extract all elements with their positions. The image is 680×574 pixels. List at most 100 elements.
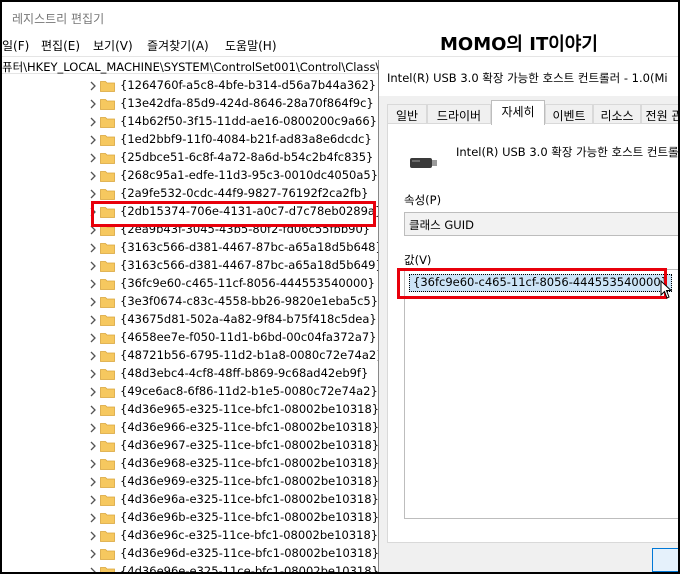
chevron-right-icon[interactable]: [88, 188, 98, 200]
tree-item[interactable]: {4d36e96d-e325-11ce-bfc1-08002be10318}: [2, 545, 380, 563]
folder-icon: [100, 441, 115, 452]
folder-icon: [100, 171, 115, 182]
tree-item[interactable]: {43675d81-502a-4a82-9f84-b75f418c5dea}: [2, 311, 380, 329]
folder-icon: [100, 99, 115, 110]
chevron-right-icon[interactable]: [88, 566, 98, 574]
tree-item[interactable]: {13e42dfa-85d9-424d-8646-28a70f864f9c}: [2, 95, 380, 113]
tree-item[interactable]: {1ed2bbf9-11f0-4084-b21f-ad83a8e6dcdc}: [2, 131, 380, 149]
chevron-right-icon[interactable]: [88, 368, 98, 380]
tree-item-label: {43675d81-502a-4a82-9f84-b75f418c5dea}: [120, 312, 377, 326]
chevron-right-icon[interactable]: [88, 296, 98, 308]
tree-item[interactable]: {48721b56-6795-11d2-b1a8-0080c72e74a2}: [2, 347, 380, 365]
folder-icon: [100, 297, 115, 308]
tab-events[interactable]: 이벤트: [545, 104, 593, 124]
chevron-right-icon[interactable]: [88, 80, 98, 92]
tree-item[interactable]: {25dbce51-6c8f-4a72-8a6d-b54c2b4fc835}: [2, 149, 380, 167]
folder-icon: [100, 333, 115, 344]
details-panel: Intel(R) USB 3.0 확장 가능한 호스트 컨트롤 속성(P) 클래…: [387, 123, 679, 543]
tree-item[interactable]: {4d36e968-e325-11ce-bfc1-08002be10318}: [2, 455, 380, 473]
tree-item[interactable]: {1264760f-a5c8-4bfe-b314-d56a7b44a362}: [2, 77, 380, 95]
tree-item[interactable]: {4d36e96e-e325-11ce-bfc1-08002be10318}: [2, 563, 380, 574]
chevron-right-icon[interactable]: [88, 170, 98, 182]
tree-item[interactable]: {268c95a1-edfe-11d3-95c3-0010dc4050a5}: [2, 167, 380, 185]
value-list[interactable]: {36fc9e60-c465-11cf-8056-444553540000}: [404, 269, 678, 519]
chevron-right-icon[interactable]: [88, 458, 98, 470]
tree-item[interactable]: {4658ee7e-f050-11d1-b6bd-00c04fa372a7}: [2, 329, 380, 347]
chevron-right-icon[interactable]: [88, 314, 98, 326]
tree-item-label: {49ce6ac8-6f86-11d2-b1e5-0080c72e74a2}: [120, 384, 378, 398]
tree-item-label: {4d36e967-e325-11ce-bfc1-08002be10318}: [120, 438, 380, 452]
tab-details[interactable]: 자세히: [491, 100, 545, 125]
menu-favorites[interactable]: 즐겨찾기(A): [147, 37, 209, 54]
tree-item[interactable]: {4d36e969-e325-11ce-bfc1-08002be10318}: [2, 473, 380, 491]
tree-item-label: {48721b56-6795-11d2-b1a8-0080c72e74a2}: [120, 348, 380, 362]
tree-item-label: {13e42dfa-85d9-424d-8646-28a70f864f9c}: [120, 96, 374, 110]
tree-item[interactable]: {3163c566-d381-4467-87bc-a65a18d5b649}: [2, 257, 380, 275]
chevron-right-icon[interactable]: [88, 332, 98, 344]
tree-item[interactable]: {3e3f0674-c83c-4558-bb26-9820e1eba5c5}: [2, 293, 380, 311]
tree-item[interactable]: {4d36e96b-e325-11ce-bfc1-08002be10318}: [2, 509, 380, 527]
tree-item[interactable]: {4d36e967-e325-11ce-bfc1-08002be10318}: [2, 437, 380, 455]
folder-icon: [100, 243, 115, 254]
chevron-right-icon[interactable]: [88, 278, 98, 290]
folder-icon: [100, 351, 115, 362]
folder-icon: [100, 261, 115, 272]
menu-help[interactable]: 도움말(H): [225, 37, 277, 54]
property-label: 속성(P): [404, 193, 442, 207]
folder-icon: [100, 423, 115, 434]
folder-icon: [100, 549, 115, 560]
chevron-right-icon[interactable]: [88, 350, 98, 362]
chevron-right-icon[interactable]: [88, 548, 98, 560]
tree-item[interactable]: {48d3ebc4-4cf8-48ff-b869-9c68ad42eb9f}: [2, 365, 380, 383]
chevron-right-icon[interactable]: [88, 476, 98, 488]
tree-item-label: {4d36e96d-e325-11ce-bfc1-08002be10318}: [120, 546, 380, 560]
chevron-right-icon[interactable]: [88, 494, 98, 506]
menu-edit[interactable]: 편집(E): [41, 37, 80, 54]
tab-strip: 일반 드라이버 자세히 이벤트 리소스 전원 관: [379, 100, 678, 125]
tab-driver[interactable]: 드라이버: [427, 104, 491, 124]
tree-item[interactable]: {3163c566-d381-4467-87bc-a65a18d5b648}: [2, 239, 380, 257]
chevron-right-icon[interactable]: [88, 116, 98, 128]
screenshot-frame: 레지스트리 편집기 MOMO의 IT이야기 일(F) 편집(E) 보기(V) 즐…: [0, 0, 680, 574]
tree-item-selected[interactable]: {36fc9e60-c465-11cf-8056-444553540000}: [2, 275, 380, 293]
folder-icon: [100, 315, 115, 326]
chevron-right-icon[interactable]: [88, 98, 98, 110]
tree-item[interactable]: {49ce6ac8-6f86-11d2-b1e5-0080c72e74a2}: [2, 383, 380, 401]
tree-item[interactable]: {4d36e966-e325-11ce-bfc1-08002be10318}: [2, 419, 380, 437]
chevron-right-icon[interactable]: [88, 422, 98, 434]
folder-icon: [100, 513, 115, 524]
tree-item[interactable]: {4d36e96c-e325-11ce-bfc1-08002be10318}: [2, 527, 380, 545]
tab-resources[interactable]: 리소스: [593, 104, 641, 124]
dialog-title: Intel(R) USB 3.0 확장 가능한 호스트 컨트롤러 - 1.0(M…: [387, 71, 668, 85]
menu-view[interactable]: 보기(V): [93, 37, 133, 54]
chevron-right-icon[interactable]: [88, 134, 98, 146]
chevron-right-icon[interactable]: [88, 260, 98, 272]
tree-item-label: {14b62f50-3f15-11dd-ae16-0800200c9a66}: [120, 114, 378, 128]
chevron-right-icon[interactable]: [88, 404, 98, 416]
tab-power[interactable]: 전원 관: [641, 104, 678, 124]
folder-icon: [100, 81, 115, 92]
chevron-right-icon[interactable]: [88, 152, 98, 164]
property-select[interactable]: 클래스 GUID: [404, 212, 678, 236]
device-name: Intel(R) USB 3.0 확장 가능한 호스트 컨트롤: [456, 145, 679, 159]
tree-item-label: {3163c566-d381-4467-87bc-a65a18d5b648}: [120, 240, 380, 254]
chevron-right-icon[interactable]: [88, 386, 98, 398]
tree-item[interactable]: {14b62f50-3f15-11dd-ae16-0800200c9a66}: [2, 113, 380, 131]
tree-item-label: {1264760f-a5c8-4bfe-b314-d56a7b44a362}: [120, 78, 377, 92]
chevron-right-icon[interactable]: [88, 440, 98, 452]
folder-icon: [100, 189, 115, 200]
tree-item[interactable]: {4d36e96a-e325-11ce-bfc1-08002be10318}: [2, 491, 380, 509]
ok-button[interactable]: [652, 548, 678, 572]
usb-device-icon: [410, 158, 437, 168]
chevron-right-icon[interactable]: [88, 512, 98, 524]
highlight-box-value: [397, 268, 667, 299]
tree-item-label: {4d36e96a-e325-11ce-bfc1-08002be10318}: [120, 492, 379, 506]
menu-file[interactable]: 일(F): [2, 37, 29, 54]
chevron-right-icon[interactable]: [88, 242, 98, 254]
tree-item[interactable]: {4d36e965-e325-11ce-bfc1-08002be10318}: [2, 401, 380, 419]
folder-icon: [100, 531, 115, 542]
tab-general[interactable]: 일반: [387, 104, 427, 124]
registry-tree[interactable]: {1264760f-a5c8-4bfe-b314-d56a7b44a362} {1…: [2, 74, 380, 574]
chevron-right-icon[interactable]: [88, 530, 98, 542]
tree-item-label: {4d36e969-e325-11ce-bfc1-08002be10318}: [120, 474, 380, 488]
